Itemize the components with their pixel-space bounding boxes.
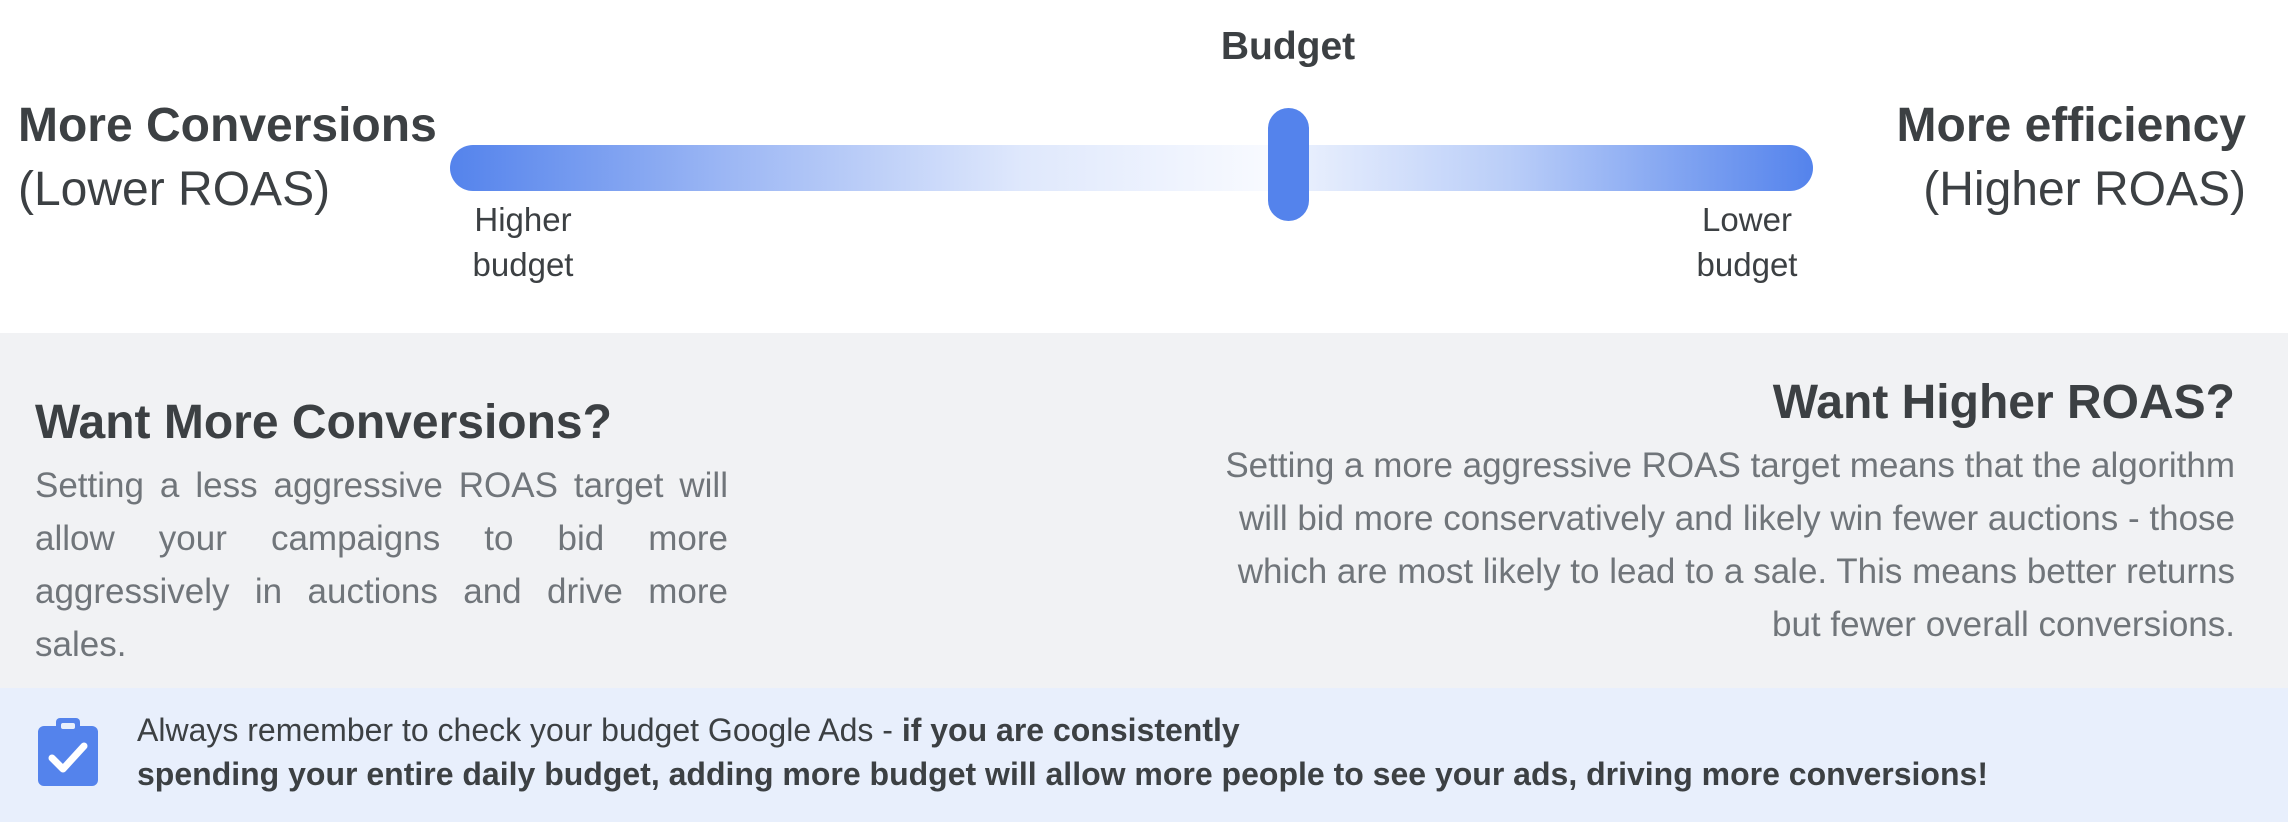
reminder-bold-text-line2: spending your entire daily budget, addin… — [137, 756, 1988, 792]
higher-roas-subtitle: (Higher ROAS) — [1923, 163, 2246, 216]
budget-reminder-note: Always remember to check your budget Goo… — [0, 688, 2288, 822]
more-efficiency-label: More efficiency (Higher ROAS) — [1897, 94, 2246, 222]
higher-budget-label: Higher budget — [448, 197, 598, 287]
more-conversions-title: More Conversions — [18, 99, 437, 152]
reminder-bold-text-line1: if you are consistently — [901, 712, 1240, 748]
budget-slider-knob — [1268, 108, 1309, 221]
lower-budget-line1: Lower — [1702, 201, 1792, 238]
clipboard-check-icon — [38, 718, 98, 786]
more-conversions-label: More Conversions (Lower ROAS) — [18, 94, 437, 222]
higher-roas-card: Want Higher ROAS? Setting a more aggress… — [1185, 373, 2235, 651]
lower-budget-label: Lower budget — [1672, 197, 1822, 287]
more-conversions-body: Setting a less aggressive ROAS target wi… — [35, 466, 728, 664]
budget-label-text: Budget — [1220, 25, 1356, 68]
lower-budget-line2: budget — [1696, 246, 1798, 283]
higher-roas-heading: Want Higher ROAS? — [1772, 376, 2235, 429]
more-conversions-card: Want More Conversions? Setting a less ag… — [35, 393, 728, 671]
lower-roas-subtitle: (Lower ROAS) — [18, 163, 331, 216]
budget-slider-section: Budget More Conversions (Lower ROAS) Mor… — [0, 0, 2288, 333]
budget-slider-track — [450, 145, 1813, 191]
higher-budget-line2: budget — [472, 246, 574, 283]
higher-roas-body: Setting a more aggressive ROAS target me… — [1225, 446, 2235, 644]
higher-budget-line1: Higher — [474, 201, 572, 238]
budget-reminder-text: Always remember to check your budget Goo… — [137, 708, 2237, 796]
more-conversions-heading: Want More Conversions? — [35, 396, 612, 449]
reminder-normal-text: Always remember to check your budget Goo… — [137, 712, 902, 748]
more-efficiency-title: More efficiency — [1896, 99, 2246, 152]
explanation-panel: Want More Conversions? Setting a less ag… — [0, 333, 2288, 688]
